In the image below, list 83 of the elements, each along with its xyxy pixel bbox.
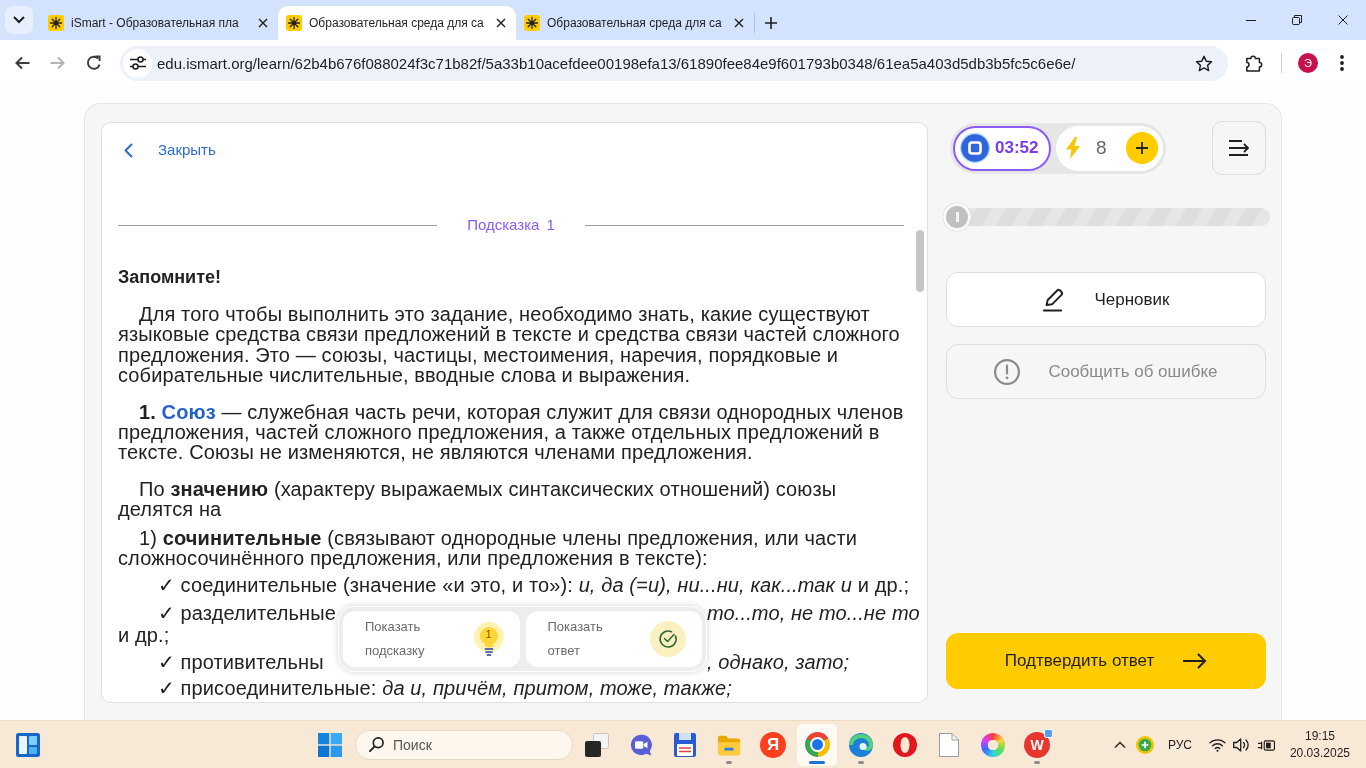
show-hint-button[interactable]: Показать подсказку 1: [343, 610, 520, 667]
more-icon[interactable]: [1340, 55, 1344, 71]
show-answer-button[interactable]: Показать ответ: [525, 610, 702, 667]
close-link[interactable]: Закрыть: [124, 140, 216, 160]
badge-icon: [1044, 728, 1053, 738]
lightning-icon: [1066, 137, 1080, 159]
restore-icon[interactable]: [1292, 15, 1302, 25]
asterisk-icon: [286, 15, 302, 31]
paragraph: 1) сочинительные (связывают однородные члены предложения, или части сложносочинённого предложения, или предложения в тексте):: [118, 527, 858, 569]
browser-tab[interactable]: iSmart - Образовательная пла: [40, 6, 278, 40]
list-item: ✓ соединительные (значение «и это, и то»): и, да (=и), ни...ни, как...так и и др.;: [158, 575, 911, 596]
close-icon[interactable]: [1338, 15, 1348, 25]
term-link[interactable]: Союз: [161, 400, 216, 423]
draft-button[interactable]: Черновик: [946, 272, 1266, 327]
exclamation-circle-icon: [994, 358, 1021, 385]
document-icon[interactable]: [939, 732, 959, 757]
plus-icon[interactable]: [765, 17, 777, 29]
puzzle-icon[interactable]: [1245, 54, 1263, 72]
wifi-icon[interactable]: [1208, 737, 1226, 752]
pencil-icon: [1042, 287, 1065, 312]
list-item: ✓ присоединительные: да и, причём, притом, тоже, также;: [158, 678, 733, 699]
browser-tab[interactable]: Образовательная среда для са: [516, 6, 754, 40]
minimize-icon[interactable]: [1246, 19, 1256, 21]
tune-icon: [129, 56, 146, 70]
close-icon[interactable]: [258, 18, 268, 28]
browser-tab[interactable]: Образовательная среда для са: [278, 6, 516, 40]
paragraph: По значению (характеру выражаемых синтаксических отношений) союзы делятся на: [118, 478, 838, 520]
timer-button[interactable]: 03:52: [953, 125, 1051, 171]
star-icon[interactable]: [1195, 54, 1213, 72]
speaker-icon[interactable]: [1232, 736, 1249, 753]
app-logo[interactable]: W: [1024, 731, 1050, 758]
chevron-up-icon[interactable]: [1113, 740, 1126, 749]
video-camera-icon[interactable]: [629, 732, 653, 757]
heading: Запомните!: [118, 266, 222, 288]
chevron-left-icon: [124, 142, 133, 158]
widgets-icon[interactable]: [16, 732, 40, 757]
address-bar[interactable]: edu.ismart.org/learn/62b4b676f088024f3c71b82f/5a33b10acefdee00198efa13/61890fee84e9f601793b0348/61ea5a403d5db3b5fc5c6e6e/: [120, 45, 1228, 81]
search-icon: [369, 737, 384, 752]
add-energy-button[interactable]: [1126, 132, 1158, 164]
list-item-text: ✓ противительны: [158, 650, 324, 673]
start-icon[interactable]: [318, 732, 342, 757]
ring-icon[interactable]: [893, 732, 917, 757]
back-icon[interactable]: [14, 56, 30, 70]
gradient-ring-icon[interactable]: [981, 732, 1005, 757]
tab-search-button[interactable]: [5, 6, 33, 34]
language-indicator[interactable]: РУС: [1167, 737, 1192, 752]
check-circle-icon: [650, 620, 686, 657]
reload-icon[interactable]: [86, 55, 102, 71]
paragraph: 1. Союз — служебная часть речи, которая служит для связи однородных членов предложения, частей сложного предложения, а также отдельных предложений в тексте. Союзы не изменяются, не являются членами предложения.: [118, 401, 905, 463]
asterisk-icon: [524, 15, 540, 31]
clock-date[interactable]: 20.03.2025: [1289, 744, 1350, 762]
taskbar-app-button[interactable]: [797, 723, 837, 766]
list-item-text: то...то, не то...не то: [707, 601, 920, 624]
search-field[interactable]: Поиск: [355, 729, 573, 760]
section-title: Подсказка 1: [467, 215, 555, 235]
list-item-text: и др.;: [118, 625, 170, 646]
profile-avatar[interactable]: Э: [1298, 53, 1318, 73]
list-arrow-icon: [1229, 140, 1249, 156]
hint-count: 1: [485, 627, 492, 641]
plus-icon: [1136, 142, 1148, 154]
scrollbar-thumb[interactable]: [916, 230, 924, 292]
app-logo[interactable]: Я: [760, 731, 786, 758]
arrow-right-icon: [1183, 653, 1208, 669]
energy-count: 8: [1096, 137, 1107, 159]
stop-icon: [960, 133, 990, 163]
overlapping-squares-icon[interactable]: [585, 732, 609, 757]
lightbulb-icon: [473, 621, 504, 656]
list-item-text: , однако, зато;: [707, 650, 850, 673]
tricolor-circle-icon: [804, 732, 830, 757]
asterisk-icon: [48, 15, 64, 31]
clock-time[interactable]: 19:15: [1304, 727, 1335, 745]
site-info-button[interactable]: [123, 48, 152, 78]
close-icon[interactable]: [734, 18, 744, 28]
menu-button[interactable]: [1212, 121, 1266, 175]
swirl-icon[interactable]: [849, 732, 873, 757]
plus-circle-icon[interactable]: [1135, 735, 1154, 754]
paragraph: Для того чтобы выполнить это задание, необходимо знать, какие существуют языковые средства связи предложений в тексте и средства связи частей сложного предложения. Это — союзы, частицы, местоимения, наречия, порядковые и собирательные числительные, вводные слова и выражения.: [118, 304, 901, 386]
list-item-text: ✓ разделительные: [158, 601, 336, 624]
close-icon[interactable]: [496, 18, 506, 28]
submit-button[interactable]: Подтвердить ответ: [946, 633, 1266, 689]
battery-icon[interactable]: [1257, 737, 1275, 752]
progress-thumb[interactable]: [943, 203, 971, 231]
chevron-down-icon: [13, 16, 25, 24]
